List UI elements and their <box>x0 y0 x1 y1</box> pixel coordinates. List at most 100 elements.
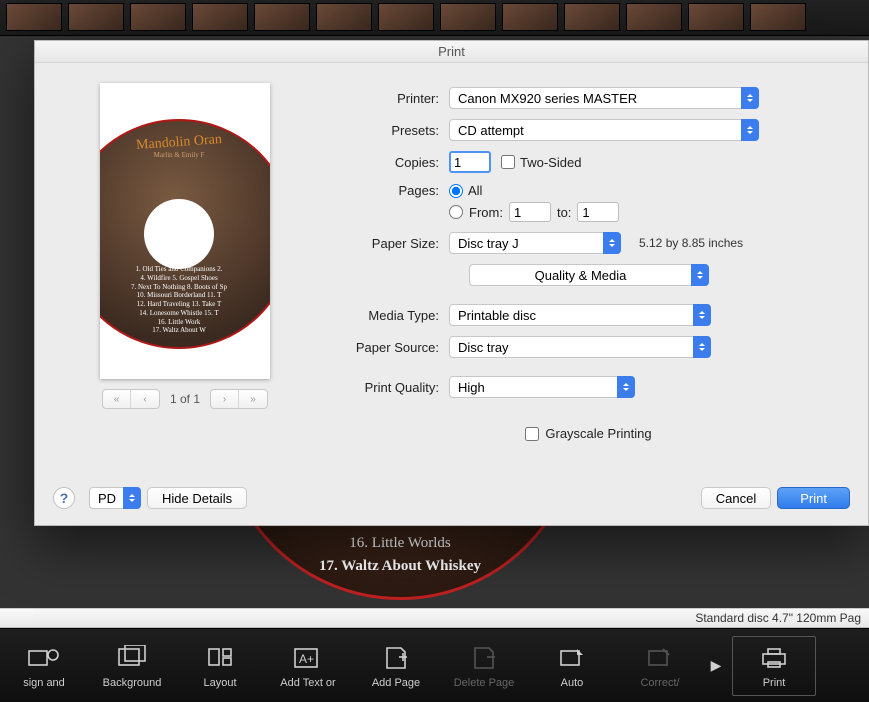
delete-page-icon <box>466 643 502 673</box>
tool-label: Add Text or <box>280 677 335 689</box>
thumbnail[interactable] <box>626 3 682 31</box>
grayscale-checkbox[interactable] <box>525 427 539 441</box>
track-line: 12. Hard Traveling 13. Take T <box>100 300 270 309</box>
presets-label: Presets: <box>329 123 449 138</box>
media-type-label: Media Type: <box>279 308 449 323</box>
thumbnail[interactable] <box>502 3 558 31</box>
album-subtitle: Marlin & Emily F <box>100 151 270 159</box>
print-dialog: Print Mandolin Oran Marlin & Emily F 1. … <box>34 40 869 526</box>
track-line: 14. Lonesome Whistle 15. T <box>100 309 270 318</box>
pages-from-radio[interactable] <box>449 205 463 219</box>
tool-add-page[interactable]: Add Page <box>352 643 440 689</box>
thumbnail[interactable] <box>440 3 496 31</box>
canvas-disc-preview: 16. Little Worlds 17. Waltz About Whiske… <box>220 520 580 600</box>
track-line: 10. Missouri Borderland 11. T <box>100 291 270 300</box>
pages-from-input[interactable] <box>509 202 551 222</box>
pages-label: Pages: <box>329 183 449 198</box>
tool-layout[interactable]: Layout <box>176 643 264 689</box>
copies-label: Copies: <box>329 155 449 170</box>
paper-size-select[interactable]: Disc tray J <box>449 232 621 254</box>
tool-add-text[interactable]: A+ Add Text or <box>264 643 352 689</box>
thumbnail[interactable] <box>750 3 806 31</box>
paper-source-select[interactable]: Disc tray <box>449 336 711 358</box>
pager-next-icon[interactable]: › <box>211 390 239 408</box>
track-line: 7. Next To Nothing 8. Boots of Sp <box>100 283 270 292</box>
two-sided-label: Two-Sided <box>520 155 581 170</box>
add-page-icon <box>378 643 414 673</box>
preview-panel: Mandolin Oran Marlin & Emily F 1. Old Ti… <box>55 83 315 479</box>
thumbnail[interactable] <box>564 3 620 31</box>
bottom-toolbar: sign and Background Layout A+ Add Text o… <box>0 628 869 702</box>
pager-label: 1 of 1 <box>170 392 200 406</box>
track-list: 1. Old Ties and Companions 2. 4. Wildfir… <box>100 265 270 335</box>
thumbnail[interactable] <box>192 3 248 31</box>
print-quality-label: Print Quality: <box>279 380 449 395</box>
thumbnail[interactable] <box>6 3 62 31</box>
pages-from-label: From: <box>469 205 503 220</box>
preview-pager: « ‹ 1 of 1 › » <box>102 389 268 409</box>
thumbnail[interactable] <box>688 3 744 31</box>
pdf-menu[interactable]: PDF <box>89 487 141 509</box>
pages-to-input[interactable] <box>577 202 619 222</box>
tool-auto[interactable]: Auto <box>528 643 616 689</box>
two-sided-option[interactable]: Two-Sided <box>501 155 581 170</box>
grayscale-label: Grayscale Printing <box>545 426 651 441</box>
print-quality-select[interactable]: High <box>449 376 635 398</box>
background-icon <box>114 643 150 673</box>
pager-prev-icon[interactable]: ‹ <box>131 390 159 408</box>
tool-label: Delete Page <box>454 677 515 689</box>
hide-details-button[interactable]: Hide Details <box>147 487 247 509</box>
pages-from-option[interactable]: From: to: <box>449 202 619 222</box>
thumbnail-strip <box>0 0 869 36</box>
paper-size-note: 5.12 by 8.85 inches <box>639 236 743 250</box>
tool-label: Add Page <box>372 677 420 689</box>
presets-select[interactable]: CD attempt <box>449 119 759 141</box>
printer-label: Printer: <box>329 91 449 106</box>
pages-all-option[interactable]: All <box>449 183 482 198</box>
pager-first-icon[interactable]: « <box>103 390 131 408</box>
disc-artwork: Mandolin Oran Marlin & Emily F 1. Old Ti… <box>100 119 270 349</box>
printer-select[interactable]: Canon MX920 series MASTER <box>449 87 759 109</box>
tool-label: Background <box>103 677 162 689</box>
grayscale-option[interactable]: Grayscale Printing <box>525 426 651 441</box>
track-line: 16. Little Worlds <box>220 535 580 552</box>
thumbnail[interactable] <box>254 3 310 31</box>
pages-all-radio[interactable] <box>449 184 463 198</box>
print-button[interactable]: Print <box>777 487 850 509</box>
two-sided-checkbox[interactable] <box>501 155 515 169</box>
dialog-title: Print <box>35 41 868 63</box>
thumbnail[interactable] <box>130 3 186 31</box>
thumbnail[interactable] <box>378 3 434 31</box>
thumbnail[interactable] <box>316 3 372 31</box>
tool-design[interactable]: sign and <box>0 643 88 689</box>
design-icon <box>26 643 62 673</box>
pager-last-icon[interactable]: » <box>239 390 267 408</box>
tool-label: Correct/ <box>640 677 679 689</box>
layout-icon <box>202 643 238 673</box>
help-button[interactable]: ? <box>53 487 75 509</box>
pages-to-label: to: <box>557 205 571 220</box>
thumbnail[interactable] <box>68 3 124 31</box>
paper-source-label: Paper Source: <box>279 340 449 355</box>
track-line: 1. Old Ties and Companions 2. <box>100 265 270 274</box>
tool-delete-page: Delete Page <box>440 643 528 689</box>
cancel-button[interactable]: Cancel <box>701 487 771 509</box>
svg-text:A+: A+ <box>299 652 314 666</box>
toolbar-more-arrow-icon[interactable]: ▶ <box>704 657 728 674</box>
copies-input[interactable] <box>449 151 491 173</box>
tool-correct: Correct/ <box>616 643 704 689</box>
tool-print[interactable]: Print <box>732 636 816 696</box>
page-preview: Mandolin Oran Marlin & Emily F 1. Old Ti… <box>100 83 270 379</box>
media-type-select[interactable]: Printable disc <box>449 304 711 326</box>
section-select[interactable]: Quality & Media <box>469 264 709 286</box>
tool-background[interactable]: Background <box>88 643 176 689</box>
settings-panel: Printer: Canon MX920 series MASTER Prese… <box>329 83 848 479</box>
tool-label: sign and <box>23 677 65 689</box>
paper-size-label: Paper Size: <box>329 236 449 251</box>
pages-all-label: All <box>468 183 482 198</box>
tool-label: Print <box>763 677 786 689</box>
track-line: 4. Wildfire 5. Gospel Shoes <box>100 274 270 283</box>
status-bar: Standard disc 4.7" 120mm Pag <box>0 608 869 628</box>
add-text-icon: A+ <box>290 643 326 673</box>
correct-icon <box>642 643 678 673</box>
